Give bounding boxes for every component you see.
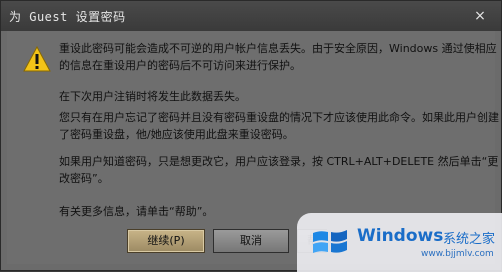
- message-data-loss: 在下次用户注销时将发生此数据丢失。: [59, 90, 246, 103]
- warning-triangle-icon: [23, 46, 51, 72]
- message-change-password: 如果用户知道密码，只是想更改它，用户应该登录，按 CTRL+ALT+DELETE…: [59, 155, 499, 185]
- message-warning: 重设此密码可能会造成不可逆的用户帐户信息丢失。由于安全原因，Windows 通过…: [59, 42, 497, 72]
- watermark-brand: Windows: [357, 226, 444, 246]
- continue-button[interactable]: 继续(P): [127, 229, 205, 253]
- watermark-suffix: 系统之家: [443, 232, 496, 247]
- windows-logo-icon: [313, 230, 347, 253]
- close-icon[interactable]: ×: [473, 9, 487, 23]
- site-watermark: Windows 系统之家 www.bjjmlv.com: [297, 213, 502, 272]
- password-dialog: 为 Guest 设置密码 × 重设此密码可能会造成不可逆的用户帐户信息丢失。由于…: [0, 0, 502, 272]
- title-bar[interactable]: 为 Guest 设置密码 ×: [1, 1, 501, 31]
- window-title: 为 Guest 设置密码: [9, 10, 126, 24]
- watermark-url: www.bjjmlv.com: [421, 249, 494, 259]
- cancel-button[interactable]: 取消: [213, 229, 289, 253]
- message-reset-disk: 您只有在用户忘记了密码并且没有密码重设盘的情况下才应该使用此命令。如果此用户创建…: [59, 111, 499, 141]
